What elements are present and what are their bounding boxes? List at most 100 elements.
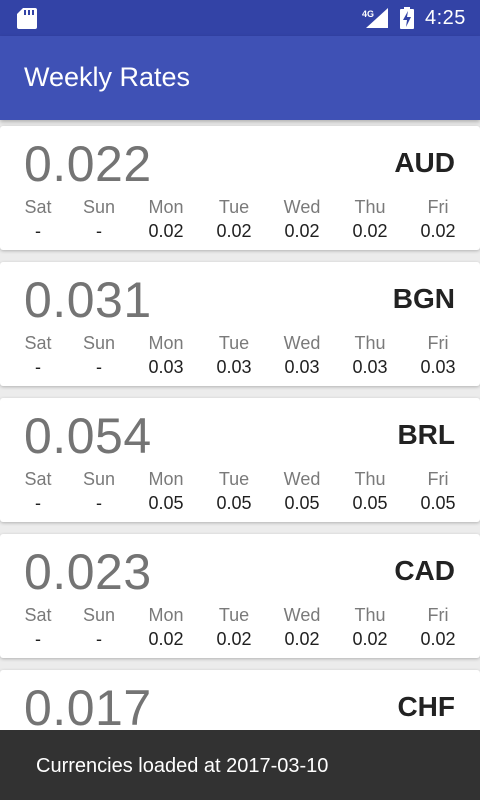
day-rate: 0.05 xyxy=(148,493,184,513)
day-name: Sat xyxy=(24,197,52,217)
day-rate: - xyxy=(96,221,102,241)
day-rate: 0.02 xyxy=(352,629,388,649)
day-name: Thu xyxy=(354,469,386,489)
day-rate: - xyxy=(35,629,41,649)
status-clock: 4:25 xyxy=(425,7,466,29)
day-rate: - xyxy=(96,493,102,513)
day-rate: 0.03 xyxy=(148,357,184,377)
day-column-thu: Thu 0.02 xyxy=(340,196,400,244)
day-name: Wed xyxy=(283,333,321,353)
weekly-rate: 0.054 xyxy=(24,408,152,464)
currency-code: CAD xyxy=(394,555,455,586)
day-column-thu: Thu 0.03 xyxy=(340,332,400,380)
day-rate: - xyxy=(35,493,41,513)
day-column-wed: Wed 0.02 xyxy=(272,196,332,244)
currency-card-cad[interactable]: 0.023 CAD Sat - Sun - Mon 0.02 Tue 0.02 Wed 0… xyxy=(0,534,480,658)
snackbar-message: Currencies loaded at 2017-03-10 xyxy=(36,755,329,777)
day-rate: 0.03 xyxy=(420,357,456,377)
day-column-fri: Fri 0.05 xyxy=(408,468,468,516)
day-column-sun: Sun - xyxy=(69,332,129,380)
day-name: Tue xyxy=(218,197,250,217)
day-column-mon: Mon 0.05 xyxy=(136,468,196,516)
day-rate: - xyxy=(35,357,41,377)
day-name: Sun xyxy=(82,333,116,353)
day-name: Mon xyxy=(148,197,184,217)
day-rate: 0.02 xyxy=(148,629,184,649)
currency-code: BRL xyxy=(397,419,455,450)
day-column-sun: Sun - xyxy=(69,196,129,244)
day-column-tue: Tue 0.02 xyxy=(204,604,264,652)
day-column-sat: Sat - xyxy=(8,468,68,516)
day-rate: 0.05 xyxy=(216,493,252,513)
day-column-tue: Tue 0.03 xyxy=(204,332,264,380)
currency-list[interactable]: 0.022 AUD Sat - Sun - Mon 0.02 Tue 0.02 Wed 0… xyxy=(0,120,480,730)
day-name: Thu xyxy=(354,605,386,625)
day-rate: 0.05 xyxy=(420,493,456,513)
day-rate: 0.02 xyxy=(284,629,320,649)
weekly-rate: 0.031 xyxy=(24,272,152,328)
day-rate: 0.02 xyxy=(216,629,252,649)
currency-card-bgn[interactable]: 0.031 BGN Sat - Sun - Mon 0.03 Tue 0.03 Wed 0… xyxy=(0,262,480,386)
day-name: Wed xyxy=(283,197,321,217)
day-name: Sun xyxy=(82,605,116,625)
day-name: Sat xyxy=(24,605,52,625)
currency-card-chf[interactable]: 0.017 CHF xyxy=(0,670,480,730)
day-name: Thu xyxy=(354,333,386,353)
currency-code: BGN xyxy=(392,283,455,314)
day-column-sun: Sun - xyxy=(69,604,129,652)
day-name: Fri xyxy=(427,197,449,217)
network-type-label: 4G xyxy=(362,9,374,19)
day-name: Sun xyxy=(82,197,116,217)
day-name: Fri xyxy=(427,605,449,625)
day-rate: 0.05 xyxy=(352,493,388,513)
day-rate: 0.02 xyxy=(148,221,184,241)
snackbar: Currencies loaded at 2017-03-10 xyxy=(0,730,480,800)
day-rate: - xyxy=(96,629,102,649)
day-name: Fri xyxy=(427,333,449,353)
day-column-mon: Mon 0.02 xyxy=(136,604,196,652)
cellular-signal-icon: 4G xyxy=(362,8,388,28)
day-name: Mon xyxy=(148,333,184,353)
currency-code: AUD xyxy=(394,147,455,178)
day-column-fri: Fri 0.02 xyxy=(408,196,468,244)
day-rate: - xyxy=(96,357,102,377)
currency-card-brl[interactable]: 0.054 BRL Sat - Sun - Mon 0.05 Tue 0.05 Wed 0… xyxy=(0,398,480,522)
day-name: Wed xyxy=(283,605,321,625)
day-rate: 0.03 xyxy=(216,357,252,377)
day-rate: 0.02 xyxy=(284,221,320,241)
currency-code: CHF xyxy=(397,691,455,722)
app-bar: Weekly Rates xyxy=(0,36,480,120)
day-column-tue: Tue 0.05 xyxy=(204,468,264,516)
day-column-wed: Wed 0.05 xyxy=(272,468,332,516)
weekly-rate: 0.017 xyxy=(24,680,152,730)
day-column-thu: Thu 0.02 xyxy=(340,604,400,652)
day-rate: 0.02 xyxy=(352,221,388,241)
day-rate: - xyxy=(35,221,41,241)
day-column-sat: Sat - xyxy=(8,604,68,652)
app-title: Weekly Rates xyxy=(24,62,191,92)
day-column-wed: Wed 0.02 xyxy=(272,604,332,652)
day-name: Sat xyxy=(24,469,52,489)
day-name: Sat xyxy=(24,333,52,353)
day-column-sat: Sat - xyxy=(8,196,68,244)
day-rate: 0.02 xyxy=(216,221,252,241)
day-column-mon: Mon 0.03 xyxy=(136,332,196,380)
day-column-thu: Thu 0.05 xyxy=(340,468,400,516)
currency-card-aud[interactable]: 0.022 AUD Sat - Sun - Mon 0.02 Tue 0.02 Wed 0… xyxy=(0,126,480,250)
day-name: Mon xyxy=(148,605,184,625)
day-name: Wed xyxy=(283,469,321,489)
day-rate: 0.02 xyxy=(420,221,456,241)
day-name: Mon xyxy=(148,469,184,489)
status-bar: 4G 4:25 xyxy=(0,0,480,36)
weekly-rate: 0.022 xyxy=(24,136,152,192)
day-name: Thu xyxy=(354,197,386,217)
day-name: Tue xyxy=(218,333,250,353)
day-column-fri: Fri 0.03 xyxy=(408,332,468,380)
battery-charging-icon xyxy=(400,7,414,29)
day-name: Tue xyxy=(218,469,250,489)
day-column-fri: Fri 0.02 xyxy=(408,604,468,652)
sd-card-icon xyxy=(17,8,37,29)
day-rate: 0.02 xyxy=(420,629,456,649)
day-rate: 0.03 xyxy=(352,357,388,377)
weekly-rate: 0.023 xyxy=(24,544,152,600)
